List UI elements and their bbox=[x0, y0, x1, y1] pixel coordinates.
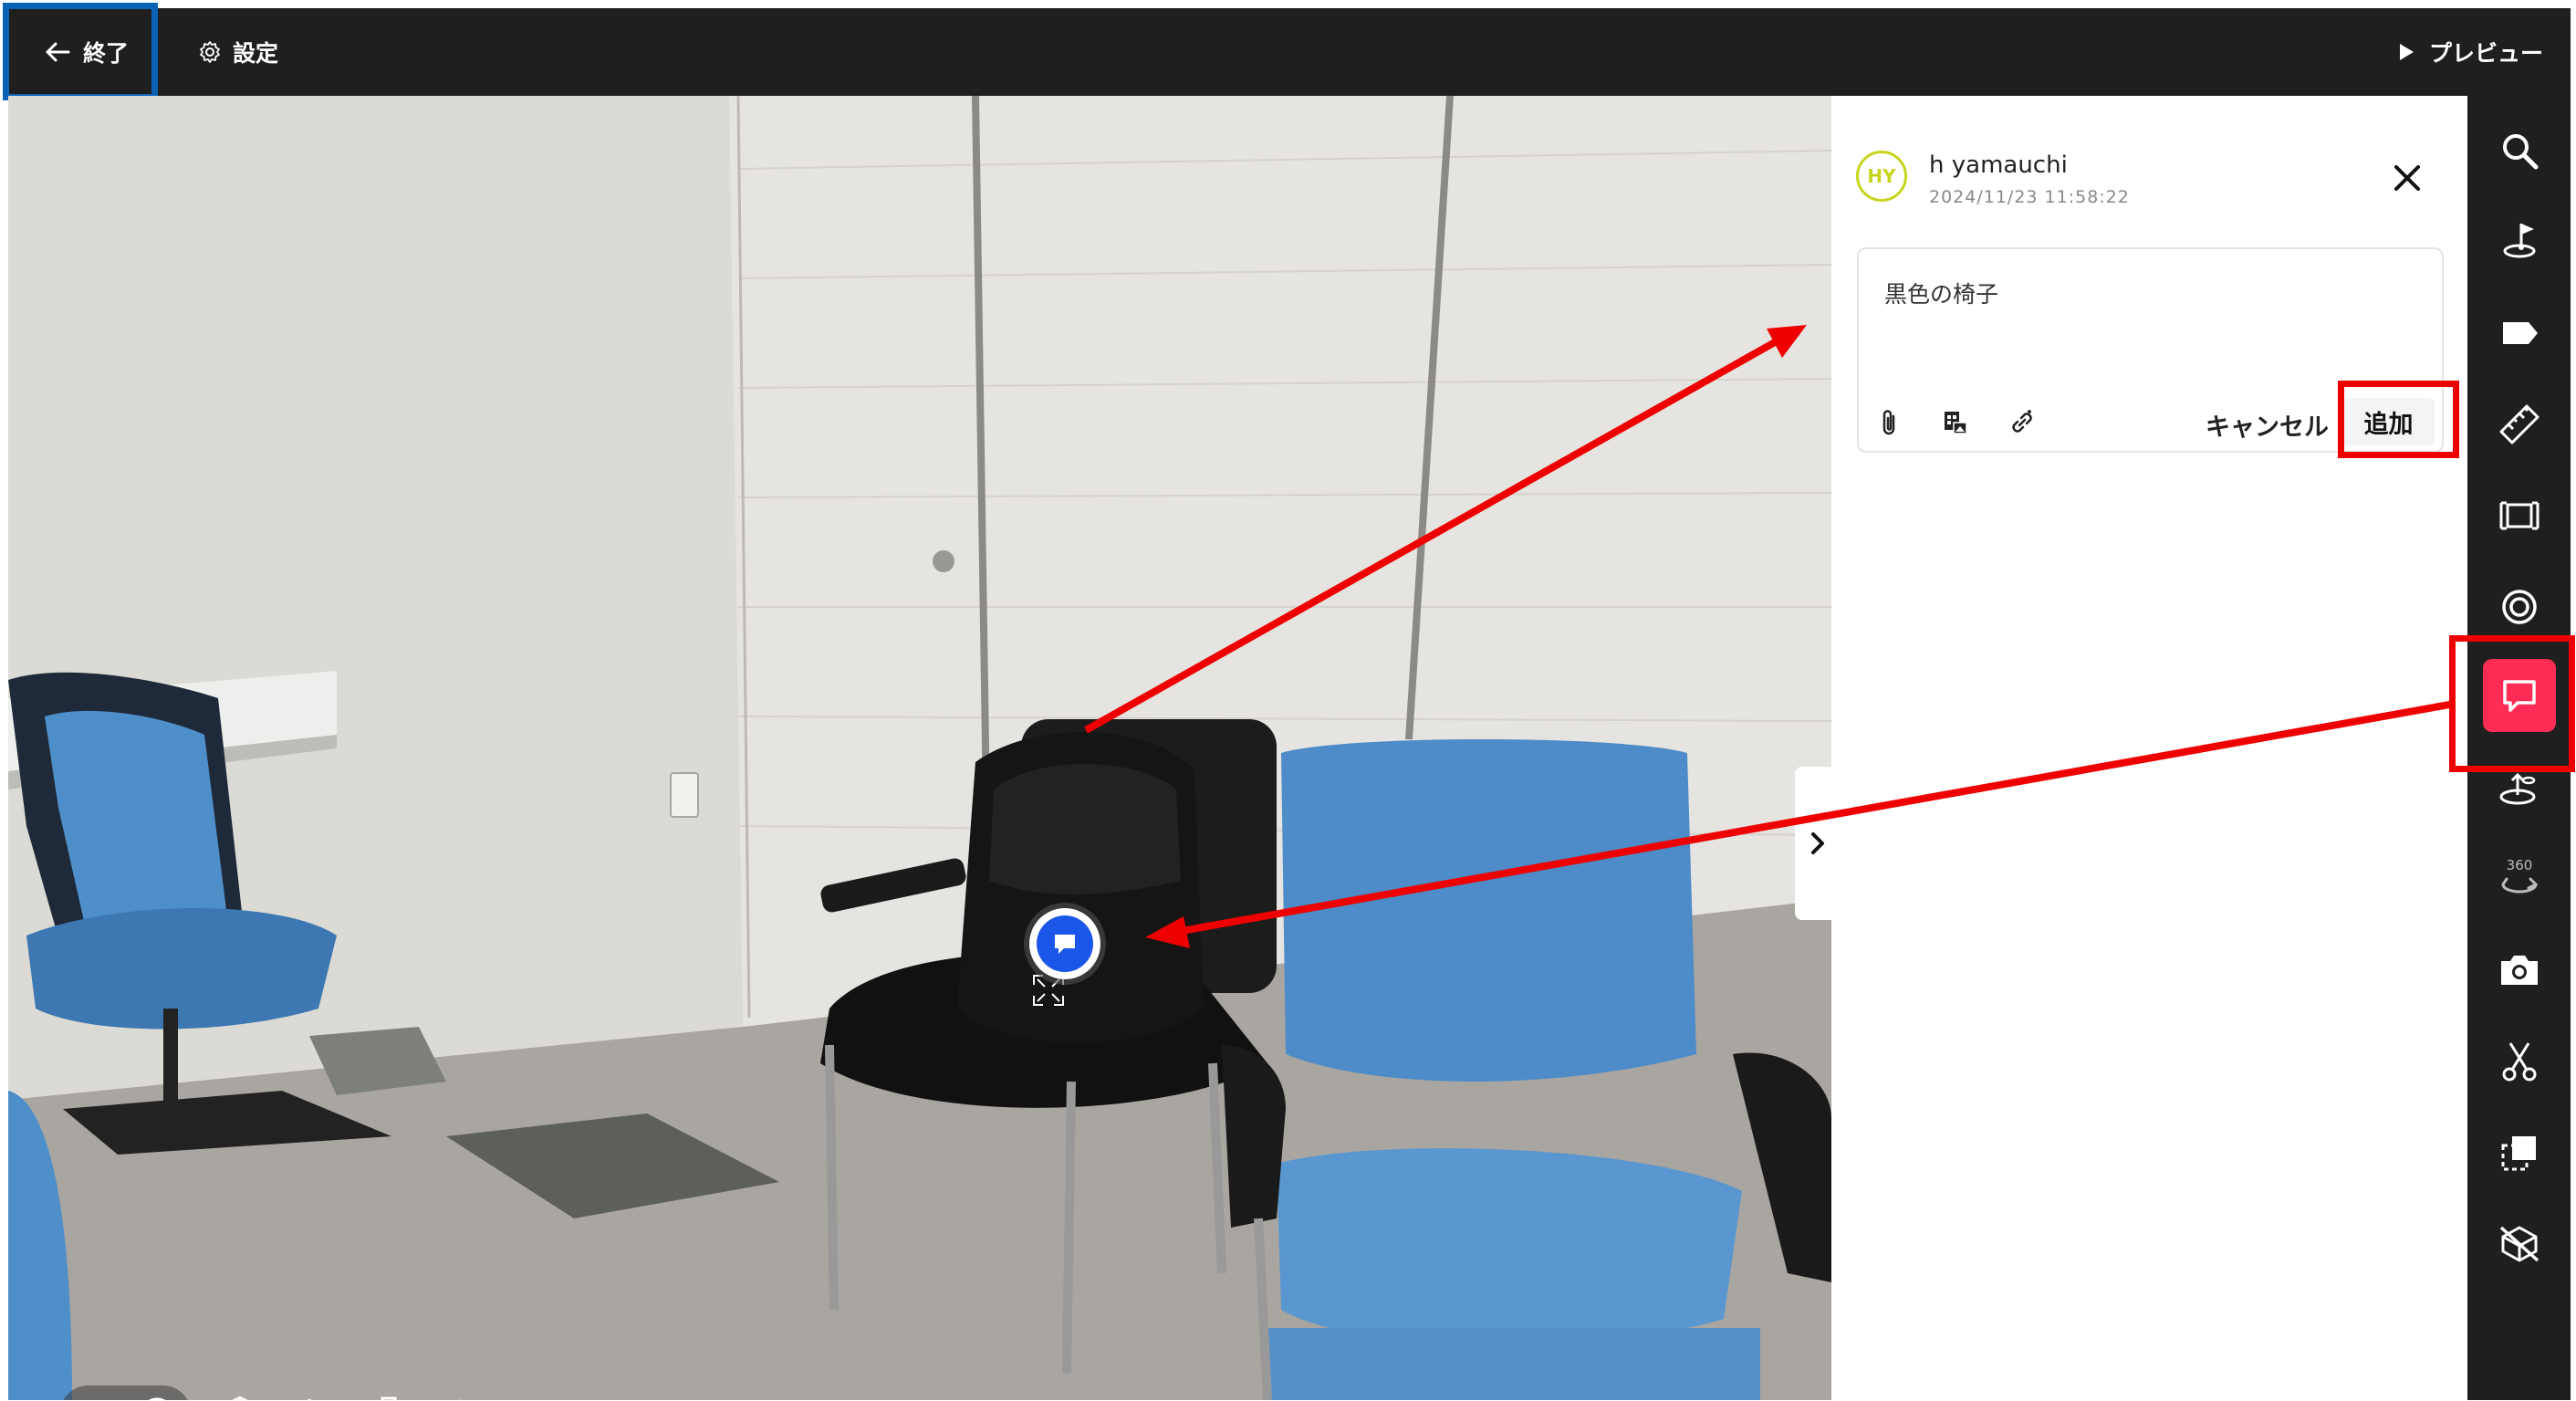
comment-panel: HY h yamauchi 2024/11/23 11:58:22 黒色の椅子 bbox=[1831, 96, 2467, 1400]
comment-input[interactable]: 黒色の椅子 bbox=[1884, 277, 2395, 309]
toolbar-target[interactable] bbox=[2483, 570, 2556, 643]
room-photo bbox=[8, 96, 1831, 1400]
target-icon bbox=[2502, 590, 2537, 624]
chevron-right-icon bbox=[1810, 832, 1824, 854]
rotate-360-icon: 360 bbox=[2501, 857, 2539, 894]
floor-point-icon bbox=[2499, 772, 2536, 805]
link-icon bbox=[2012, 410, 2032, 433]
comment-icon bbox=[2503, 680, 2536, 712]
close-icon bbox=[2394, 165, 2420, 191]
gear-icon bbox=[200, 41, 220, 63]
toolbar-ruler[interactable] bbox=[2483, 388, 2556, 461]
tag-icon bbox=[2503, 322, 2538, 344]
toolbar-search[interactable] bbox=[2483, 114, 2556, 187]
cancel-button[interactable]: キャンセル bbox=[2206, 407, 2329, 443]
comment-marker-inner bbox=[1037, 915, 1093, 972]
settings-label: 設定 bbox=[233, 40, 279, 67]
author-name: h yamauchi bbox=[1929, 152, 2068, 179]
settings-button[interactable]: 設定 bbox=[198, 8, 278, 96]
preview-button[interactable]: プレビュー bbox=[2398, 8, 2543, 96]
comment-timestamp: 2024/11/23 11:58:22 bbox=[1929, 187, 2130, 207]
dollhouse-icon[interactable] bbox=[219, 1394, 261, 1400]
toolbar-pin[interactable] bbox=[2483, 205, 2556, 278]
right-toolbar: 360 bbox=[2467, 96, 2571, 1400]
fullscreen-icon[interactable] bbox=[1747, 1399, 1789, 1400]
hide-view-icon bbox=[2499, 1226, 2539, 1262]
view-controls bbox=[59, 1383, 469, 1400]
attach-button[interactable] bbox=[1870, 403, 1910, 443]
scissors-icon bbox=[2502, 1042, 2537, 1082]
view-pill bbox=[59, 1385, 192, 1400]
toolbar-camera[interactable] bbox=[2483, 934, 2556, 1007]
play-icon bbox=[2399, 44, 2414, 60]
crop-select-icon bbox=[2501, 1136, 2536, 1171]
avatar: HY bbox=[1856, 151, 1907, 202]
play-icon[interactable] bbox=[139, 1396, 175, 1400]
toolbar-crop-select[interactable] bbox=[2483, 1116, 2556, 1189]
svg-text:360: 360 bbox=[2507, 857, 2533, 873]
preview-label: プレビュー bbox=[2428, 40, 2543, 67]
toolbar-rotate-360[interactable]: 360 bbox=[2483, 842, 2556, 915]
pin-marker-icon bbox=[2503, 224, 2536, 258]
backpack bbox=[957, 732, 1204, 1043]
exit-button[interactable]: 終了 bbox=[8, 8, 165, 96]
collapse-panel-button[interactable] bbox=[1795, 767, 1831, 920]
toolbar-hide-view[interactable] bbox=[2483, 1208, 2556, 1281]
toolbar-floor-point[interactable] bbox=[2483, 753, 2556, 826]
toolbar-area[interactable] bbox=[2483, 479, 2556, 552]
floorplan-icon[interactable] bbox=[358, 1394, 400, 1400]
paperclip-icon bbox=[1882, 410, 1895, 435]
link-button[interactable] bbox=[2002, 403, 2042, 443]
measure-mode-icon bbox=[427, 1394, 469, 1400]
comment-marker[interactable] bbox=[1029, 908, 1100, 979]
comment-editor: 黒色の椅子 キャンセル 追加 bbox=[1857, 247, 2444, 453]
comment-icon bbox=[1055, 935, 1075, 954]
exit-label: 終了 bbox=[82, 40, 129, 67]
image-button[interactable] bbox=[1935, 403, 1976, 443]
ruler-icon bbox=[2499, 404, 2539, 444]
floorplan-3d-icon[interactable] bbox=[288, 1394, 330, 1400]
add-button[interactable]: 追加 bbox=[2342, 398, 2435, 445]
camera-icon bbox=[2501, 956, 2538, 985]
image-icon bbox=[1945, 412, 1967, 434]
arrow-left-icon bbox=[46, 42, 70, 62]
toolbar-comment[interactable] bbox=[2483, 659, 2556, 732]
toolbar-scissors[interactable] bbox=[2483, 1025, 2556, 1098]
area-measure-icon bbox=[2499, 501, 2539, 530]
search-icon bbox=[2503, 134, 2539, 170]
top-bar: 終了 設定 プレビュー bbox=[8, 8, 2571, 96]
toolbar-tag[interactable] bbox=[2483, 297, 2556, 370]
panorama-viewport[interactable] bbox=[8, 96, 1831, 1400]
close-button[interactable] bbox=[2384, 155, 2430, 201]
